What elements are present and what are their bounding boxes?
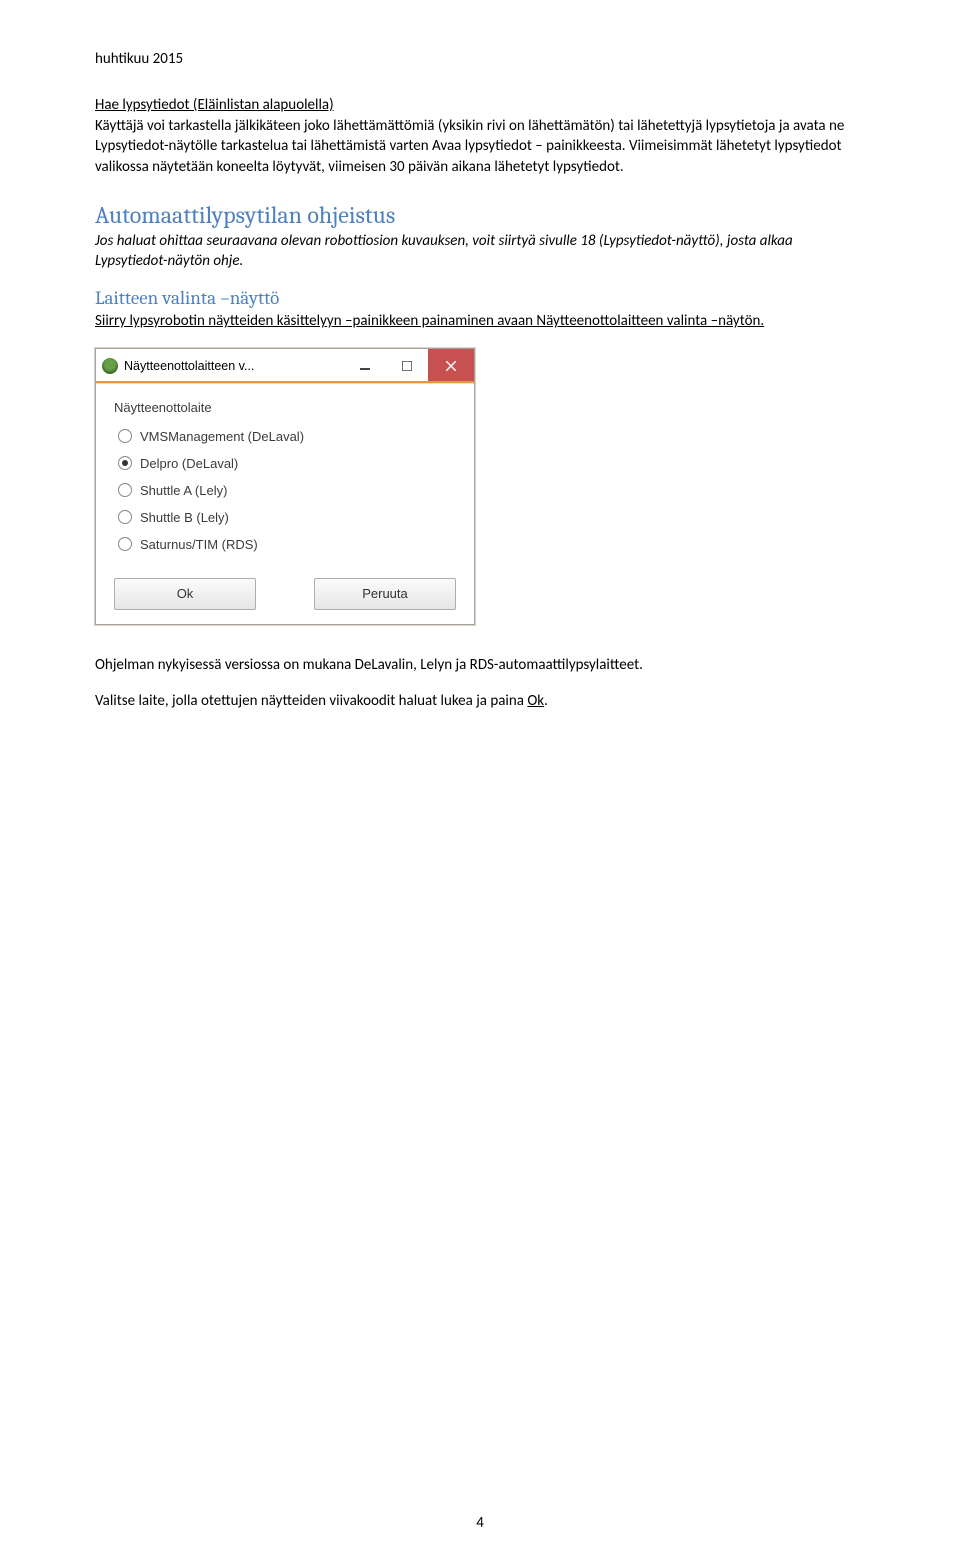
radio-icon [118, 429, 132, 443]
section1-title: Hae lypsytiedot (Eläinlistan alapuolella… [95, 96, 865, 114]
section3-para: Siirry lypsyrobotin näytteiden käsittely… [95, 311, 865, 331]
radio-label: Saturnus/TIM (RDS) [140, 537, 258, 552]
section3-para-text: Siirry lypsyrobotin näytteiden käsittely… [95, 312, 764, 330]
close-icon [446, 361, 456, 371]
button-row: Ok Peruuta [114, 578, 456, 610]
section2-para: Jos haluat ohittaa seuraavana olevan rob… [95, 231, 865, 272]
header-date: huhtikuu 2015 [95, 50, 865, 68]
dialog-title-left: Näytteenottolaitteen v... [96, 349, 344, 383]
caption-buttons [344, 349, 474, 383]
radio-label: Shuttle A (Lely) [140, 483, 227, 498]
maximize-button[interactable] [386, 349, 428, 383]
document-page: huhtikuu 2015 Hae lypsytiedot (Eläinlist… [0, 0, 960, 1552]
radio-option-vms[interactable]: VMSManagement (DeLaval) [114, 429, 456, 444]
page-number: 4 [0, 1514, 960, 1532]
radio-icon [118, 510, 132, 524]
group-label: Näytteenottolaite [114, 400, 456, 415]
section1-para: Käyttäjä voi tarkastella jälkikäteen jok… [95, 116, 865, 177]
section4-para2-ok: Ok [527, 692, 544, 710]
radio-option-delpro[interactable]: Delpro (DeLaval) [114, 456, 456, 471]
radio-option-shuttle-a[interactable]: Shuttle A (Lely) [114, 483, 456, 498]
dialog-title-text: Näytteenottolaitteen v... [124, 359, 254, 373]
dialog-body: Näytteenottolaite VMSManagement (DeLaval… [96, 384, 474, 624]
dialog-titlebar: Näytteenottolaitteen v... [96, 349, 474, 384]
cancel-button[interactable]: Peruuta [314, 578, 456, 610]
radio-icon [118, 483, 132, 497]
close-button[interactable] [428, 349, 474, 383]
radio-option-saturnus[interactable]: Saturnus/TIM (RDS) [114, 537, 456, 552]
radio-label: Delpro (DeLaval) [140, 456, 238, 471]
section4-para2-b: . [544, 692, 548, 710]
section2-heading: Automaattilypsytilan ohjeistus [95, 201, 865, 229]
radio-label: VMSManagement (DeLaval) [140, 429, 304, 444]
ok-button[interactable]: Ok [114, 578, 256, 610]
minimize-icon [360, 361, 370, 371]
radio-option-shuttle-b[interactable]: Shuttle B (Lely) [114, 510, 456, 525]
section4-para1: Ohjelman nykyisessä versiossa on mukana … [95, 655, 865, 675]
radio-icon [118, 537, 132, 551]
section4-para2-a: Valitse laite, jolla otettujen näytteide… [95, 692, 527, 710]
minimize-button[interactable] [344, 349, 386, 383]
section2-para-text: Jos haluat ohittaa seuraavana olevan rob… [95, 232, 793, 270]
maximize-icon [402, 361, 412, 371]
section4-para2: Valitse laite, jolla otettujen näytteide… [95, 691, 865, 711]
app-icon [102, 358, 118, 374]
section3-heading: Laitteen valinta –näyttö [95, 287, 865, 309]
radio-icon [118, 456, 132, 470]
radio-label: Shuttle B (Lely) [140, 510, 229, 525]
device-select-dialog: Näytteenottolaitteen v... Näytteenottola… [95, 348, 475, 625]
